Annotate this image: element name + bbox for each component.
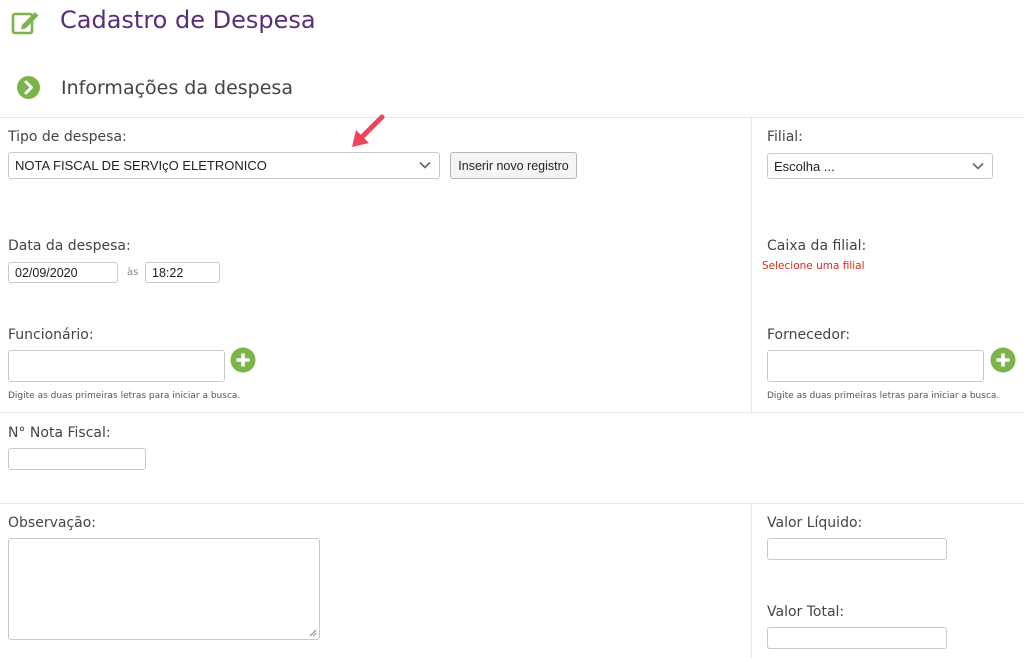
expense-type-value: NOTA FISCAL DE SERVIçO ELETRONICO <box>15 158 267 173</box>
employee-hint: Digite as duas primeiras letras para ini… <box>8 391 241 401</box>
notes-label: Observação: <box>8 515 96 531</box>
supplier-input[interactable] <box>767 350 984 382</box>
notes-textarea[interactable] <box>8 538 320 640</box>
annotation-arrow-icon <box>352 114 385 147</box>
branch-value: Escolha ... <box>774 158 835 174</box>
expense-type-select[interactable]: NOTA FISCAL DE SERVIçO ELETRONICO <box>8 152 440 179</box>
section-divider <box>0 412 1024 413</box>
total-value-label: Valor Total: <box>767 604 845 620</box>
invoice-number-input[interactable] <box>8 448 146 470</box>
expense-type-label: Tipo de despesa: <box>8 129 127 145</box>
branch-select[interactable]: Escolha ... <box>767 153 993 179</box>
chevron-down-icon <box>419 161 431 169</box>
column-divider <box>751 503 752 658</box>
resize-handle-icon[interactable] <box>309 629 317 637</box>
page-title: Cadastro de Despesa <box>60 6 316 34</box>
add-employee-icon[interactable] <box>230 347 256 373</box>
employee-input[interactable] <box>8 350 225 382</box>
add-supplier-icon[interactable] <box>990 347 1016 373</box>
section-divider <box>0 503 1024 504</box>
chevron-down-icon <box>972 162 984 170</box>
total-value-input[interactable] <box>767 627 947 649</box>
edit-icon <box>11 12 39 35</box>
chevron-right-circle-icon <box>17 76 40 99</box>
section-title: Informações da despesa <box>61 77 293 99</box>
insert-new-record-button[interactable]: Inserir novo registro <box>450 152 577 179</box>
section-divider <box>0 117 1024 118</box>
net-value-input[interactable] <box>767 538 947 560</box>
time-separator: às <box>127 267 139 278</box>
supplier-label: Fornecedor: <box>767 327 851 343</box>
expense-date-label: Data da despesa: <box>8 238 131 254</box>
supplier-hint: Digite as duas primeiras letras para ini… <box>767 391 1000 401</box>
branch-cash-message: Selecione uma filial <box>762 260 865 272</box>
invoice-number-label: N° Nota Fiscal: <box>8 425 111 441</box>
branch-cash-label: Caixa da filial: <box>767 238 867 254</box>
branch-label: Filial: <box>767 129 803 145</box>
expense-date-input[interactable]: 02/09/2020 <box>8 262 118 283</box>
expense-time-input[interactable]: 18:22 <box>145 262 220 283</box>
net-value-label: Valor Líquido: <box>767 515 863 531</box>
column-divider <box>751 117 752 412</box>
employee-label: Funcionário: <box>8 327 94 343</box>
